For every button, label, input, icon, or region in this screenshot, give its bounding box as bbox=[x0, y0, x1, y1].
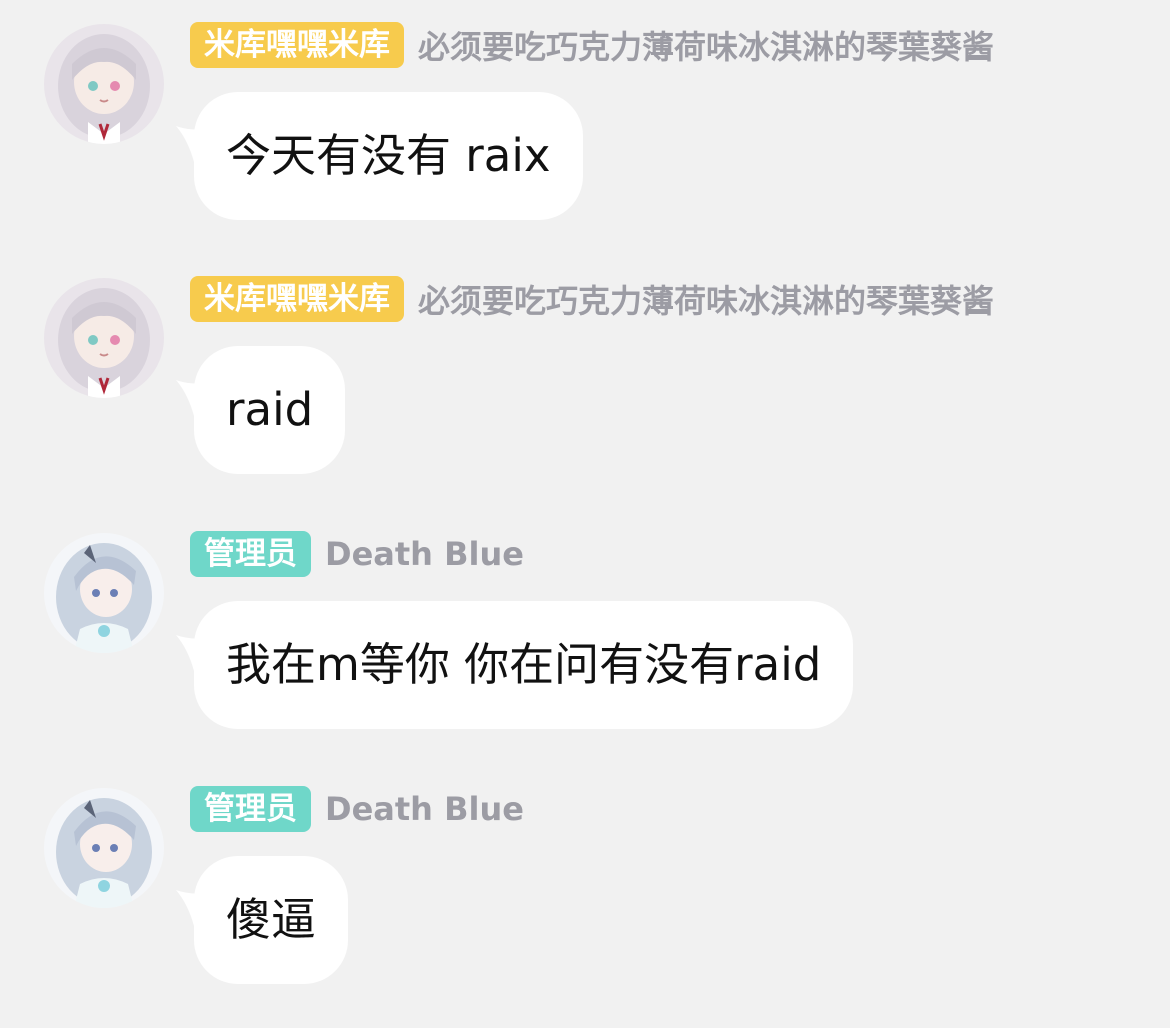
anime-girl-avatar-icon bbox=[44, 533, 164, 653]
anime-girl-avatar-icon bbox=[44, 278, 164, 398]
chat-message-list: 米库嘿嘿米库 必须要吃巧克力薄荷味冰淇淋的琴葉葵酱 今天有没有 raix 米库嘿… bbox=[0, 0, 1170, 1028]
message-bubble[interactable]: raid bbox=[194, 346, 346, 474]
message-bubble[interactable]: 今天有没有 raix bbox=[194, 92, 583, 220]
sender-name[interactable]: Death Blue bbox=[325, 535, 524, 573]
sender-name[interactable]: 必须要吃巧克力薄荷味冰淇淋的琴葉葵酱 bbox=[418, 276, 994, 322]
avatar[interactable] bbox=[44, 24, 164, 144]
avatar[interactable] bbox=[44, 278, 164, 398]
sender-name[interactable]: 必须要吃巧克力薄荷味冰淇淋的琴葉葵酱 bbox=[418, 22, 994, 68]
message-bubble[interactable]: 傻逼 bbox=[194, 856, 349, 984]
message-header: 米库嘿嘿米库 必须要吃巧克力薄荷味冰淇淋的琴葉葵酱 bbox=[190, 22, 994, 68]
user-title-badge: 米库嘿嘿米库 bbox=[190, 276, 404, 322]
message-header: 管理员 Death Blue bbox=[190, 786, 524, 832]
sender-name[interactable]: Death Blue bbox=[325, 790, 524, 828]
message-header: 米库嘿嘿米库 必须要吃巧克力薄荷味冰淇淋的琴葉葵酱 bbox=[190, 276, 994, 322]
anime-girl-avatar-icon bbox=[44, 24, 164, 144]
avatar[interactable] bbox=[44, 533, 164, 653]
user-title-badge: 管理员 bbox=[190, 786, 311, 832]
user-title-badge: 米库嘿嘿米库 bbox=[190, 22, 404, 68]
anime-girl-avatar-icon bbox=[44, 788, 164, 908]
avatar[interactable] bbox=[44, 788, 164, 908]
user-title-badge: 管理员 bbox=[190, 531, 311, 577]
message-bubble[interactable]: 我在m等你 你在问有没有raid bbox=[194, 601, 854, 729]
message-header: 管理员 Death Blue bbox=[190, 531, 524, 577]
